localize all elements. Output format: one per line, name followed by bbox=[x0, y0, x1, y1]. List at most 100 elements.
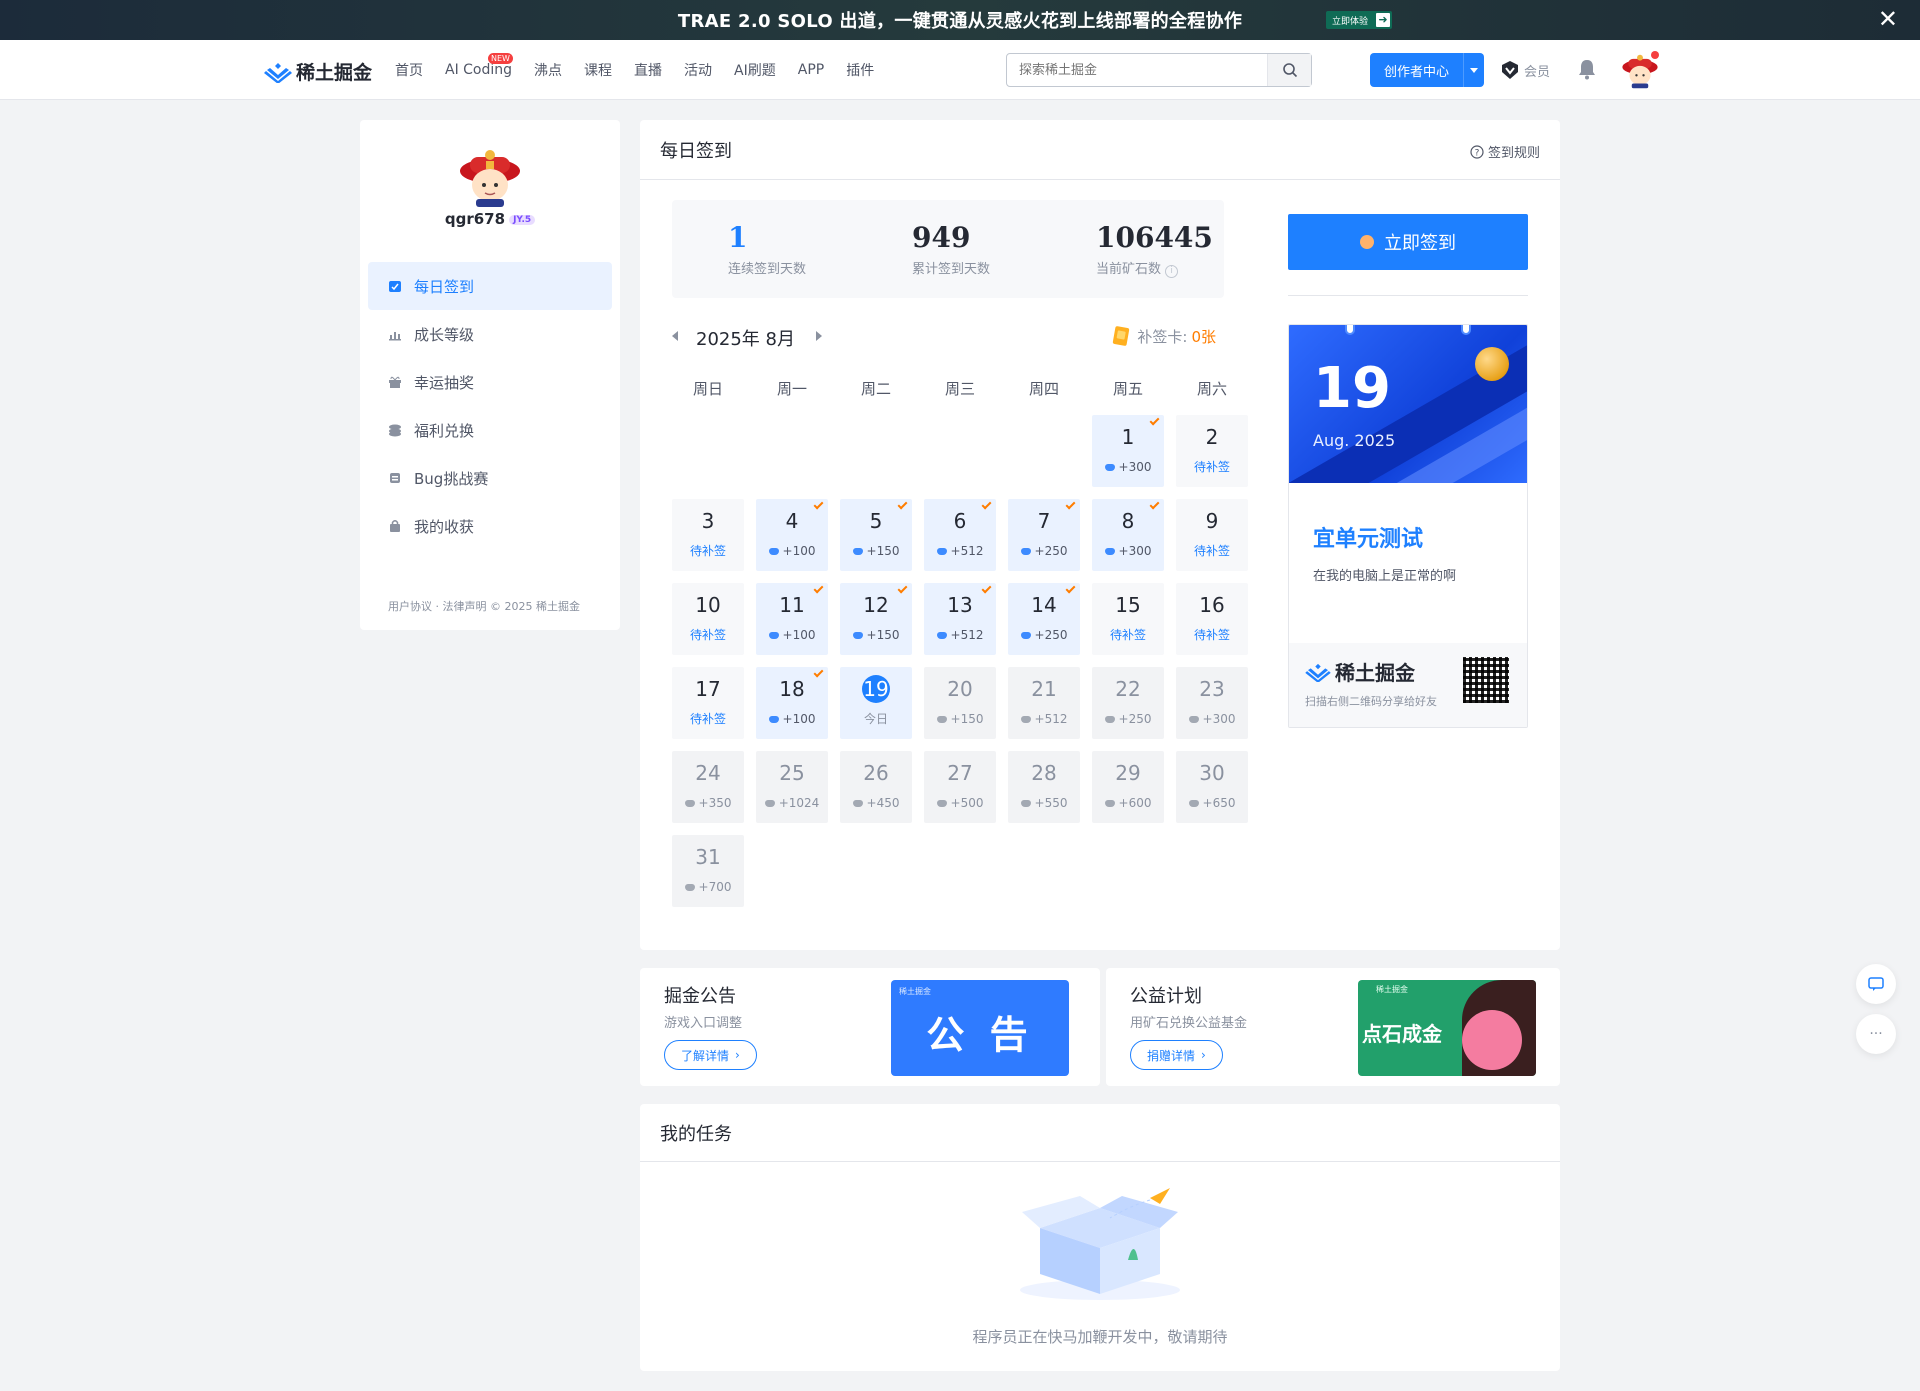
day-status-text: +300 bbox=[1202, 712, 1236, 726]
search-button[interactable] bbox=[1267, 54, 1311, 86]
calendar-day[interactable]: 9 待补签 bbox=[1176, 499, 1248, 571]
calendar-day[interactable]: 29 +600 bbox=[1092, 751, 1164, 823]
nav-item[interactable]: APP bbox=[798, 62, 824, 78]
promo-banner[interactable]: TRAE 2.0 SOLO 出道，一键贯通从灵感火花到上线部署的全程协作 立即体… bbox=[0, 0, 1920, 40]
stat-value: 106445 bbox=[1096, 221, 1213, 254]
site-logo[interactable]: 稀土掘金 bbox=[264, 58, 372, 85]
announcement-detail-button[interactable]: 了解详情 › bbox=[664, 1040, 757, 1070]
sidebar-item[interactable]: 我的收获 bbox=[368, 502, 612, 550]
charity-image[interactable]: 稀土掘金 点石成金 bbox=[1358, 980, 1536, 1076]
ore-icon bbox=[852, 548, 863, 555]
announcement-title: 掘金公告 bbox=[664, 986, 736, 1007]
calendar-day[interactable]: 3 待补签 bbox=[672, 499, 744, 571]
calendar-day[interactable]: 5 +150 bbox=[840, 499, 912, 571]
calendar-day[interactable]: 17 待补签 bbox=[672, 667, 744, 739]
close-icon[interactable]: ✕ bbox=[1878, 7, 1898, 31]
sidebar-menu: 每日签到 成长等级 幸运抽奖 福利兑换 Bug挑战赛我的收获 bbox=[368, 262, 612, 550]
calendar-day[interactable]: 18 +100 bbox=[756, 667, 828, 739]
calendar-day[interactable]: 26 +450 bbox=[840, 751, 912, 823]
sidebar-item[interactable]: 成长等级 bbox=[368, 310, 612, 358]
calendar-day[interactable]: 12 +150 bbox=[840, 583, 912, 655]
sidebar-item[interactable]: 福利兑换 bbox=[368, 406, 612, 454]
sidebar-avatar[interactable] bbox=[456, 145, 524, 207]
calendar-day[interactable]: 25 +1024 bbox=[756, 751, 828, 823]
signin-button[interactable]: 立即签到 bbox=[1288, 214, 1528, 270]
stat-label: 连续签到天数 bbox=[728, 262, 807, 277]
info-icon[interactable]: i bbox=[1165, 265, 1179, 278]
calendar-day[interactable]: 7 +250 bbox=[1008, 499, 1080, 571]
calendar-day[interactable]: 15 待补签 bbox=[1092, 583, 1164, 655]
calendar-day[interactable]: 24 +350 bbox=[672, 751, 744, 823]
nav-item[interactable]: 首页 bbox=[395, 60, 423, 80]
notification-bell-icon[interactable] bbox=[1577, 58, 1597, 84]
calendar-day[interactable]: 20 +150 bbox=[924, 667, 996, 739]
day-status: +600 bbox=[1092, 796, 1164, 810]
nav-item[interactable]: 课程 bbox=[584, 60, 612, 80]
calendar-day[interactable]: 4 +100 bbox=[756, 499, 828, 571]
feedback-button[interactable] bbox=[1856, 964, 1896, 1004]
card-brand: 稀土掘金 bbox=[1305, 657, 1415, 686]
card-brand-text: 稀土掘金 bbox=[1335, 661, 1415, 685]
ore-icon bbox=[1104, 548, 1115, 555]
calendar-day[interactable]: 19 今日 bbox=[840, 667, 912, 739]
promo-try-button[interactable]: 立即体验 ➜ bbox=[1326, 11, 1392, 29]
chevron-down-icon[interactable] bbox=[1464, 53, 1484, 87]
calendar-day[interactable]: 21 +512 bbox=[1008, 667, 1080, 739]
signin-rules-link[interactable]: ? 签到规则 bbox=[1470, 142, 1540, 161]
username[interactable]: qgr678 JY.5 bbox=[360, 210, 620, 228]
ore-icon bbox=[684, 800, 695, 807]
nav-item[interactable]: 活动 bbox=[684, 60, 712, 80]
ore-icon bbox=[852, 632, 863, 639]
logo-text: 稀土掘金 bbox=[296, 62, 373, 84]
calendar-day[interactable]: 1 +300 bbox=[1092, 415, 1164, 487]
day-status-text: +450 bbox=[866, 796, 900, 810]
search-input[interactable] bbox=[1007, 54, 1247, 86]
announcement-image[interactable]: 稀土掘金 公 告 bbox=[891, 980, 1069, 1076]
calendar-day[interactable]: 13 +512 bbox=[924, 583, 996, 655]
question-circle-icon: ? bbox=[1470, 144, 1484, 159]
calendar-blank bbox=[756, 415, 828, 487]
user-avatar[interactable] bbox=[1620, 50, 1660, 90]
sidebar-item[interactable]: Bug挑战赛 bbox=[368, 454, 612, 502]
creator-center-button[interactable]: 创作者中心 bbox=[1370, 53, 1484, 87]
day-number: 22 bbox=[1115, 677, 1141, 701]
calendar-day[interactable]: 30 +650 bbox=[1176, 751, 1248, 823]
nav-item[interactable]: AI Coding NEW bbox=[445, 53, 513, 78]
nav-item[interactable]: AI刷题 bbox=[734, 60, 776, 80]
creator-center-label[interactable]: 创作者中心 bbox=[1370, 53, 1464, 87]
more-button[interactable]: ··· bbox=[1856, 1014, 1896, 1054]
calendar-day[interactable]: 6 +512 bbox=[924, 499, 996, 571]
bug-icon bbox=[388, 471, 402, 485]
day-status: 今日 bbox=[840, 712, 912, 726]
search-box[interactable] bbox=[1006, 53, 1312, 87]
day-number: 14 bbox=[1031, 593, 1057, 617]
calendar-day[interactable]: 22 +250 bbox=[1092, 667, 1164, 739]
calendar-day[interactable]: 27 +500 bbox=[924, 751, 996, 823]
calendar-day[interactable]: 14 +250 bbox=[1008, 583, 1080, 655]
sidebar-item-label: Bug挑战赛 bbox=[414, 469, 489, 488]
nav-item[interactable]: 插件 bbox=[846, 60, 874, 80]
charity-subtitle: 用矿石兑换公益基金 bbox=[1130, 1016, 1248, 1031]
vip-link[interactable]: 会员 bbox=[1500, 60, 1550, 80]
charity-detail-button[interactable]: 捐赠详情 › bbox=[1130, 1040, 1223, 1070]
makeup-card-icon bbox=[1113, 326, 1130, 346]
nav-item[interactable]: 直播 bbox=[634, 60, 662, 80]
calendar-day[interactable]: 11 +100 bbox=[756, 583, 828, 655]
chevron-right-icon: › bbox=[1201, 1048, 1206, 1062]
day-number: 2 bbox=[1205, 425, 1219, 449]
makeup-card[interactable]: 补签卡: 0张 bbox=[1111, 325, 1216, 347]
calendar-day[interactable]: 8 +300 bbox=[1092, 499, 1164, 571]
calendar-day[interactable]: 2 待补签 bbox=[1176, 415, 1248, 487]
day-number: 3 bbox=[701, 509, 715, 533]
sidebar-item[interactable]: 幸运抽奖 bbox=[368, 358, 612, 406]
prev-month-icon[interactable] bbox=[672, 331, 678, 341]
calendar-day[interactable]: 10 待补签 bbox=[672, 583, 744, 655]
calendar-day[interactable]: 28 +550 bbox=[1008, 751, 1080, 823]
sidebar-item[interactable]: 每日签到 bbox=[368, 262, 612, 310]
next-month-icon[interactable] bbox=[816, 331, 822, 341]
calendar-day[interactable]: 23 +300 bbox=[1176, 667, 1248, 739]
calendar-day[interactable]: 16 待补签 bbox=[1176, 583, 1248, 655]
calendar-day[interactable]: 31 +700 bbox=[672, 835, 744, 907]
sidebar-footer[interactable]: 用户协议 · 法律声明 © 2025 稀土掘金 bbox=[388, 598, 580, 614]
nav-item[interactable]: 沸点 bbox=[534, 60, 562, 80]
